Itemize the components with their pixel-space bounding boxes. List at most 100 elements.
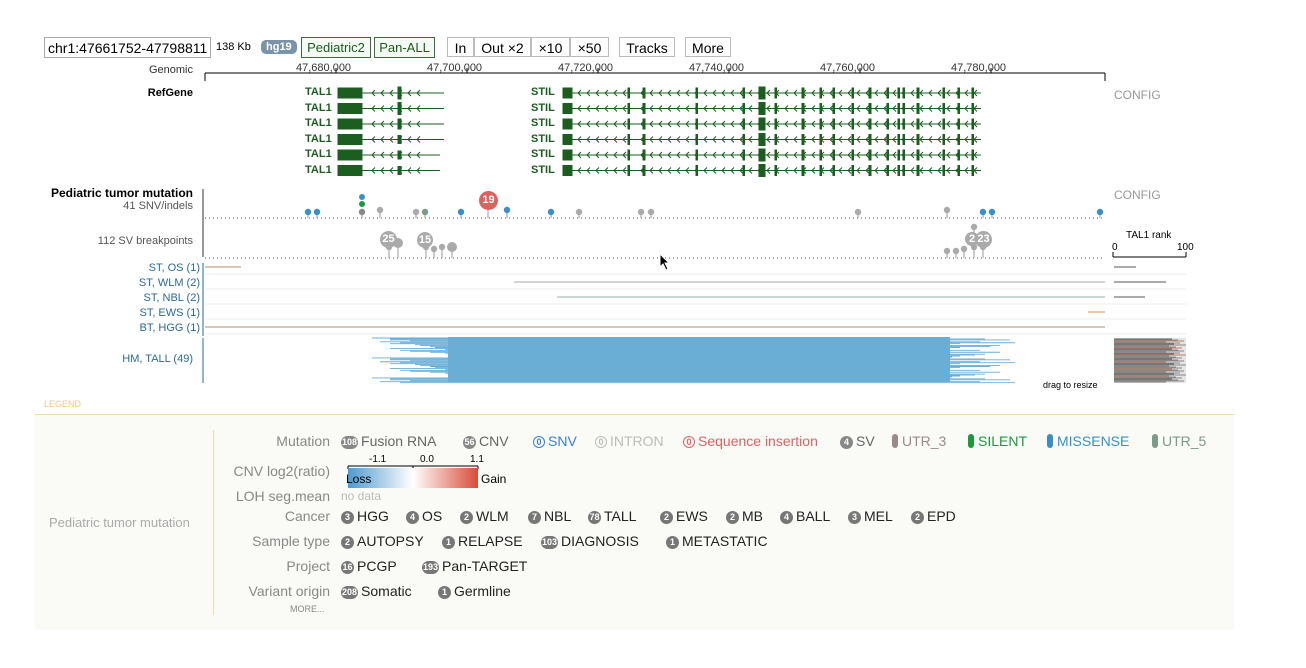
legend-sv[interactable]: 4 SV [840,433,875,449]
dataset-pediatric2-button[interactable]: Pediatric2 [301,37,371,58]
snv-mutation-dot[interactable] [313,208,321,216]
gene-model-tal1[interactable] [337,118,444,130]
gene-model-stil[interactable] [562,102,981,115]
legend-snv[interactable]: 0 SNV [533,433,577,449]
gene-label-stil[interactable]: STIL [531,117,555,129]
gene-label-tal1[interactable]: TAL1 [305,86,332,98]
legend-sample-item[interactable]: 2 AUTOPSY [341,533,424,549]
snv-mutation-dot[interactable] [979,208,987,216]
legend-cancer-item[interactable]: 2 WLM [460,508,509,524]
legend-cancer-item[interactable]: 3 HGG [341,508,389,524]
tracks-button[interactable]: Tracks [619,37,675,57]
snv-mutation-dot[interactable] [647,208,655,216]
snv-mutation-dot[interactable] [988,208,996,216]
legend-utr3[interactable]: UTR_3 [892,433,946,449]
gene-label-stil[interactable]: STIL [531,164,555,176]
gene-model-stil[interactable] [562,164,981,177]
gene-label-tal1[interactable]: TAL1 [305,133,332,145]
legend-sequence-insertion[interactable]: 0 Sequence insertion [683,433,818,449]
legend-sample-item[interactable]: 1 METASTATIC [666,533,768,549]
cohort-label[interactable]: ST, WLM (2) [60,277,200,289]
sv-breakpoint-dot[interactable] [438,243,446,251]
snv-mutation-dot[interactable] [854,208,862,216]
snv-mutation-dot[interactable] [503,206,511,214]
gene-label-stil[interactable]: STIL [531,102,555,114]
legend-missense[interactable]: MISSENSE [1047,433,1129,449]
drag-resize-hint[interactable]: drag to resize [1043,380,1098,390]
gene-model-tal1[interactable] [337,86,444,100]
gene-label-stil[interactable]: STIL [531,86,555,98]
legend-project-item[interactable]: 193 Pan-TARGET [422,558,527,574]
gene-model-tal1[interactable] [337,149,440,161]
cohort-label[interactable]: BT, HGG (1) [60,322,200,334]
gene-model-stil[interactable] [562,117,981,131]
legend-project-item[interactable]: 16 PCGP [341,558,397,574]
legend-cancer-item[interactable]: 7 NBL [528,508,571,524]
sv-breakpoint-dot[interactable] [952,247,960,255]
legend-fusion-rna[interactable]: 108 Fusion RNA [341,433,437,449]
snv-cluster-bubble[interactable]: 19 [479,191,498,210]
legend-title[interactable]: LEGEND [44,399,81,409]
cohort-label[interactable]: HM, TALL (49) [60,353,193,365]
sv-breakpoint-dot[interactable] [960,245,968,253]
legend-cancer-item[interactable]: 4 BALL [780,508,830,524]
legend-cancer-item[interactable]: 3 MEL [848,508,893,524]
snv-mutation-dot[interactable] [943,206,951,214]
gene-label-stil[interactable]: STIL [531,133,555,145]
zoom-x50-button[interactable]: ×50 [570,37,609,57]
snv-mutation-dot[interactable] [457,208,465,216]
gene-model-stil[interactable] [562,133,981,146]
cohort-label[interactable]: ST, OS (1) [60,262,200,274]
legend-sample-item[interactable]: 103 DIAGNOSIS [541,533,639,549]
legend-cancer-item[interactable]: 78 TALL [588,508,636,524]
gene-model-tal1[interactable] [337,165,440,176]
legend-cancer-item[interactable]: 2 EWS [660,508,708,524]
legend-more-link[interactable]: MORE... [290,604,325,614]
sv-breakpoint-dot[interactable] [447,242,457,252]
snv-mutation-dot[interactable] [412,208,420,216]
sv-cluster-bubble[interactable]: 23 [975,231,992,248]
coordinate-input[interactable] [44,37,211,58]
snv-mutation-dot[interactable] [637,208,645,216]
zoom-in-button[interactable]: In [447,37,474,57]
gene-label-tal1[interactable]: TAL1 [305,102,332,114]
gene-model-stil[interactable] [562,86,981,100]
legend-cancer-item[interactable]: 4 OS [406,508,442,524]
sv-cluster-bubble[interactable]: 25 [380,231,397,248]
snv-mutation-dot[interactable] [359,201,365,207]
sv-cluster-bubble[interactable]: 15 [417,232,433,248]
cohort-label[interactable]: ST, NBL (2) [60,292,200,304]
zoom-x10-button[interactable]: ×10 [531,37,570,57]
legend-utr5[interactable]: UTR_5 [1152,433,1206,449]
snv-mutation-dot[interactable] [304,208,312,216]
snv-mutation-dot[interactable] [376,206,384,214]
sv-breakpoint-dot[interactable] [970,223,978,231]
gene-label-tal1[interactable]: TAL1 [305,148,332,160]
snv-mutation-dot[interactable] [358,208,366,216]
legend-origin-item[interactable]: 1 Germline [438,583,511,599]
gene-model-stil[interactable] [562,148,981,162]
gene-model-tal1[interactable] [337,134,444,145]
snv-mutation-dot[interactable] [359,194,365,200]
legend-silent[interactable]: SILENT [968,433,1027,449]
gene-label-tal1[interactable]: TAL1 [305,117,332,129]
legend-origin-item[interactable]: 208 Somatic [341,583,412,599]
sv-breakpoint-dot[interactable] [430,245,438,253]
snv-mutation-dot[interactable] [547,208,555,216]
sv-breakpoint-dot[interactable] [943,247,951,255]
dataset-panall-button[interactable]: Pan-ALL [374,37,435,58]
snv-mutation-dot[interactable] [421,208,429,216]
legend-cancer-item[interactable]: 2 EPD [911,508,956,524]
zoom-out-button[interactable]: Out ×2 [474,37,531,57]
legend-intron[interactable]: 0 INTRON [595,433,664,449]
cohort-label[interactable]: ST, EWS (1) [60,307,200,319]
snv-mutation-dot[interactable] [1096,208,1104,216]
gene-model-tal1[interactable] [337,102,444,115]
legend-sample-item[interactable]: 1 RELAPSE [442,533,523,549]
snv-mutation-dot[interactable] [575,208,583,216]
refgene-track[interactable] [0,84,1306,180]
gene-label-tal1[interactable]: TAL1 [305,164,332,176]
genomic-ruler[interactable] [0,58,1306,82]
tall-cnv-block[interactable] [372,337,1015,384]
legend-cancer-item[interactable]: 2 MB [726,508,763,524]
